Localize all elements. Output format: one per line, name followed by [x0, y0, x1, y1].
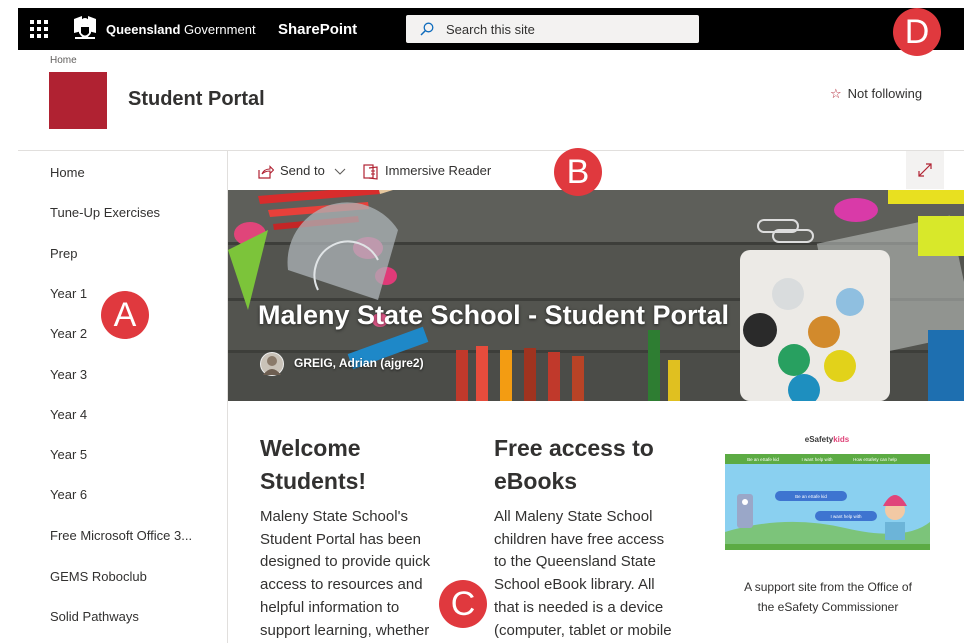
site-title[interactable]: Student Portal: [128, 88, 265, 111]
breadcrumb[interactable]: Home: [50, 55, 77, 66]
sharepoint-link[interactable]: SharePoint: [278, 21, 357, 38]
search-input[interactable]: Search this site: [446, 22, 535, 37]
org-name[interactable]: Queensland Government: [106, 22, 256, 37]
marker-c: C: [439, 580, 487, 628]
esafety-button-2: I want help with: [830, 514, 862, 519]
author-avatar[interactable]: [260, 352, 284, 376]
search-icon: [420, 22, 434, 36]
svg-text:eSafetykids: eSafetykids: [805, 435, 850, 444]
suite-bar: Queensland Government SharePoint Search …: [18, 8, 964, 50]
welcome-text-line: Student Portal has been: [260, 530, 421, 548]
immersive-reader-icon: [363, 163, 378, 180]
nav-item-gems-roboclub[interactable]: GEMS Roboclub: [50, 569, 147, 584]
welcome-text-line: access to resources and: [260, 576, 423, 594]
header-divider: [18, 150, 964, 151]
ebooks-heading: Free access to eBooks: [494, 432, 654, 498]
ebooks-heading-line-1: Free access to: [494, 435, 654, 461]
chevron-down-icon: [335, 168, 346, 175]
app-launcher-icon[interactable]: [30, 20, 48, 38]
esafety-caption: A support site from the Office of the eS…: [726, 577, 930, 617]
nav-item-free-microsoft-office[interactable]: Free Microsoft Office 3...: [50, 528, 192, 543]
marker-d: D: [893, 8, 941, 56]
esafety-tab-3: How eSafety can help: [853, 457, 897, 462]
ebooks-text-line: that is needed is a device: [494, 598, 664, 616]
welcome-text-line: designed to provide quick: [260, 553, 431, 571]
welcome-heading: Welcome Students!: [260, 432, 366, 498]
esafety-tab-1: Be an eSafe kid: [747, 457, 779, 462]
esafety-button-1: Be an eSafe kid: [795, 494, 827, 499]
author-name[interactable]: GREIG, Adrian (ajgre2): [294, 356, 424, 370]
marker-a: A: [101, 291, 149, 339]
nav-item-year-6[interactable]: Year 6: [50, 487, 87, 502]
send-to-label: Send to: [280, 163, 325, 178]
welcome-heading-line-2: Students!: [260, 468, 367, 494]
site-logo[interactable]: [49, 72, 107, 129]
esafety-logo-kids: kids: [833, 435, 850, 444]
expand-button[interactable]: [906, 151, 944, 189]
nav-item-year-3[interactable]: Year 3: [50, 367, 87, 382]
share-icon: [258, 164, 275, 179]
nav-item-home[interactable]: Home: [50, 165, 85, 180]
esafety-caption-line: the eSafety Commissioner: [757, 600, 899, 614]
esafety-kids-image[interactable]: eSafetykids Be an eSafe kid I want help …: [725, 432, 930, 574]
nav-item-solid-pathways[interactable]: Solid Pathways: [50, 609, 139, 624]
welcome-text: Maleny State School's Student Portal has…: [260, 506, 430, 642]
welcome-text-line: support learning, whether: [260, 621, 430, 639]
expand-icon: [918, 163, 932, 177]
nav-item-year-1[interactable]: Year 1: [50, 286, 87, 301]
nav-item-year-5[interactable]: Year 5: [50, 447, 87, 462]
hero-banner: Maleny State School - Student Portal GRE…: [228, 190, 964, 401]
ebooks-heading-line-2: eBooks: [494, 468, 578, 494]
immersive-reader-label: Immersive Reader: [385, 163, 492, 178]
search-box[interactable]: Search this site: [406, 15, 699, 43]
queensland-crest-icon[interactable]: [70, 13, 100, 45]
follow-label: Not following: [847, 86, 923, 101]
follow-button[interactable]: ☆ Not following: [830, 86, 922, 102]
ebooks-text-line: School eBook library. All: [494, 576, 655, 594]
nav-item-year-2[interactable]: Year 2: [50, 326, 87, 341]
ebooks-text-line: (computer, tablet or mobile: [494, 621, 672, 639]
nav-item-tune-up-exercises[interactable]: Tune-Up Exercises: [50, 205, 160, 220]
nav-item-year-4[interactable]: Year 4: [50, 407, 87, 422]
welcome-text-line: helpful information to: [260, 598, 400, 616]
welcome-text-line: Maleny State School's: [260, 508, 408, 525]
immersive-reader-button[interactable]: Immersive Reader: [363, 163, 491, 180]
hero-title: Maleny State School - Student Portal: [258, 300, 730, 330]
send-to-button[interactable]: Send to: [258, 163, 352, 179]
person-icon: [263, 356, 281, 375]
ebooks-text-line: children have free access: [494, 530, 665, 548]
esafety-caption-line: A support site from the Office of: [744, 580, 912, 594]
ebooks-text: All Maleny State School children have fr…: [494, 506, 672, 642]
welcome-heading-line-1: Welcome: [260, 435, 361, 461]
esafety-tab-2: I want help with: [801, 457, 833, 462]
esafety-logo-main: eSafety: [805, 435, 834, 444]
marker-b: B: [554, 148, 602, 196]
ebooks-text-line: All Maleny State School: [494, 508, 653, 525]
nav-item-prep[interactable]: Prep: [50, 246, 77, 261]
ebooks-text-line: to the Queensland State: [494, 553, 656, 571]
star-icon: ☆: [830, 86, 842, 101]
